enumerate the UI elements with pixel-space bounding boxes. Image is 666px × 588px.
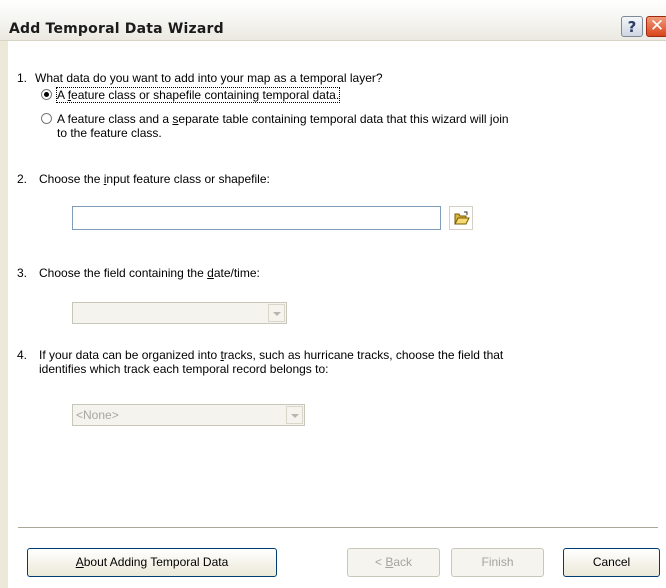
button-label: bout Adding Temporal Data <box>83 555 229 569</box>
radio-feature-class-table[interactable] <box>41 113 52 124</box>
radio-feature-class-label[interactable]: A feature class or shapefile containing … <box>55 87 341 103</box>
q1-number: 1. <box>17 71 28 85</box>
radio-feature-class-table-label[interactable]: A feature class and a separate table con… <box>57 112 509 126</box>
q3-text: Choose the field containing the date/tim… <box>39 266 260 280</box>
radio-feature-class[interactable] <box>41 89 52 100</box>
label-part: A feature class and a <box>57 112 173 126</box>
q4-text-line2: identifies which track each temporal rec… <box>39 362 329 376</box>
window-title: Add Temporal Data Wizard <box>9 21 224 37</box>
datetime-field-combo[interactable] <box>72 302 287 324</box>
label-part: ate/time: <box>213 266 260 280</box>
label-part: nput feature class or shapefile: <box>106 172 270 186</box>
q3-number: 3. <box>17 266 28 280</box>
wizard-dialog: Add Temporal Data Wizard ? ✕ 1. What dat… <box>0 0 666 588</box>
wizard-page: 1. What data do you want to add into you… <box>8 41 666 588</box>
label-part: A <box>57 88 68 102</box>
q4-number: 4. <box>17 348 28 362</box>
chevron-down-icon[interactable] <box>268 304 285 322</box>
q4-text: If your data can be organized into track… <box>39 348 503 362</box>
label-part: Choose the <box>39 172 104 186</box>
help-icon: ? <box>627 18 637 36</box>
q2-text: Choose the input feature class or shapef… <box>39 172 270 186</box>
q2-number: 2. <box>17 172 28 186</box>
button-label: < <box>374 555 386 569</box>
label-part: Choose the field containing the <box>39 266 208 280</box>
label-part: racks, such as hurricane tracks, choose … <box>223 348 504 362</box>
about-button[interactable]: About Adding Temporal Data <box>27 548 277 577</box>
label-part: eparate table containing temporal data t… <box>178 112 509 126</box>
help-button[interactable]: ? <box>621 16 643 37</box>
mnemonic-key: d <box>207 266 214 280</box>
label-part: eature class or shapefile containing tem… <box>71 88 340 102</box>
open-folder-icon <box>454 211 470 225</box>
input-feature-class-field[interactable] <box>72 206 441 230</box>
radio-feature-class-table-label-line2[interactable]: to the feature class. <box>57 126 162 140</box>
close-button[interactable]: ✕ <box>646 16 666 37</box>
title-bar[interactable]: Add Temporal Data Wizard ? ✕ <box>0 0 666 41</box>
finish-button[interactable]: Finish <box>451 548 544 577</box>
track-field-combo[interactable]: <None> <box>72 404 305 426</box>
button-label: ack <box>393 555 413 569</box>
button-divider <box>18 527 658 529</box>
q1-text: What data do you want to add into your m… <box>35 71 383 85</box>
back-button[interactable]: < Back <box>347 548 440 577</box>
mnemonic-key: A <box>75 555 84 569</box>
browse-button[interactable] <box>449 206 473 230</box>
cancel-button[interactable]: Cancel <box>563 548 660 577</box>
track-field-value: <None> <box>76 408 119 422</box>
label-part: If your data can be organized into <box>39 348 221 362</box>
chevron-down-icon[interactable] <box>286 406 303 424</box>
close-icon: ✕ <box>649 16 665 36</box>
